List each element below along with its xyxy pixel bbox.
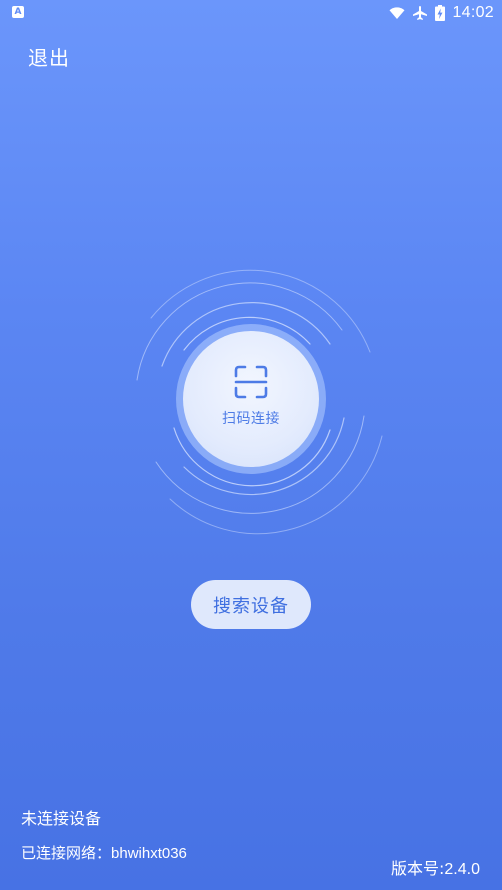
wifi-icon (389, 7, 405, 19)
scan-area: 扫码连接 (110, 258, 392, 540)
search-devices-button[interactable]: 搜索设备 (191, 580, 311, 629)
network-label: 已连接网络： (21, 844, 112, 862)
version-value: 2.4.0 (444, 861, 480, 878)
network-info: 已连接网络： bhwihxt036 (21, 842, 187, 863)
status-time: 14:02 (452, 4, 494, 21)
network-name: bhwihxt036 (111, 845, 187, 862)
airplane-icon (413, 6, 428, 20)
scan-connect-button[interactable]: 扫码连接 (183, 331, 319, 467)
status-bar: A 14:02 (0, 0, 502, 26)
scan-connect-label: 扫码连接 (222, 411, 280, 427)
app-notification-icon: A (12, 6, 24, 18)
exit-button[interactable]: 退出 (28, 42, 70, 71)
connection-status: 未连接设备 (21, 809, 102, 828)
scan-frame-icon (234, 365, 268, 399)
battery-charging-icon (435, 5, 446, 21)
version-info: 版本号: 2.4.0 (391, 855, 480, 879)
version-label: 版本号: (391, 859, 445, 878)
status-bar-right: 14:02 (389, 2, 494, 24)
